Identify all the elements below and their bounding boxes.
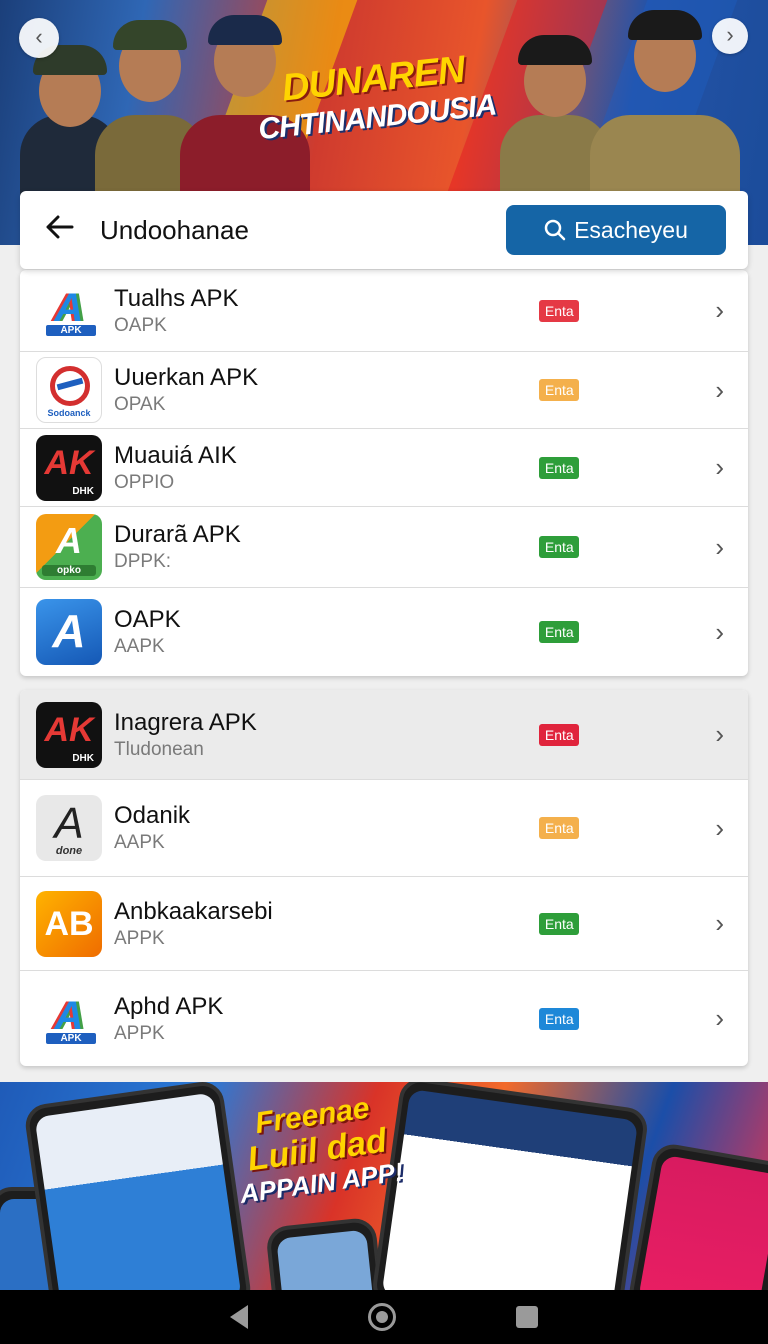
icon-glyph: AB [44,904,94,943]
app-list-group-1: A APK Tualhs APK OAPK Enta › Sodoanck Uu… [20,270,748,676]
apk-rainbow-icon: A APK [36,985,102,1052]
page-title: Undoohanae [100,214,249,245]
status-badge: Enta [539,1007,580,1030]
app-list-item[interactable]: A APK Tualhs APK OAPK Enta › [20,270,748,352]
status-badge: Enta [539,621,580,643]
icon-mini-label: APK [46,324,96,336]
app-list-item[interactable]: AB Anbkaakarsebi APPK Enta › [20,877,748,971]
green-orange-apk-icon: A opko [36,514,102,580]
app-subtitle: APPK [114,1022,165,1044]
icon-mini-label: DHK [72,752,94,764]
app-name: OAPK [114,606,181,633]
app-name: Odanik [114,802,191,829]
back-arrow-icon [46,215,74,239]
icon-mini-label: opko [42,565,96,576]
app-list-item[interactable]: A opko Durarã APK DPPK: Enta › [20,507,748,588]
app-list-item[interactable]: A APK Aphd APK APPK Enta › [20,971,748,1066]
chevron-right-icon: › [715,374,724,405]
app-list-item[interactable]: A OAPK AAPK Enta › [20,588,748,676]
app-name: Inagrera APK [114,708,257,736]
app-header: Undoohanae Esacheyeu [20,191,748,269]
status-badge: Enta [539,912,580,935]
status-badge: Enta [539,536,580,558]
status-badge: Enta [539,456,580,479]
system-nav-bar [0,1290,768,1344]
chevron-right-icon: › [715,719,724,749]
app-name: Muauiá AIK [114,441,237,469]
status-badge: Enta [539,723,580,746]
nav-back-icon[interactable] [230,1305,248,1329]
ab-orange-icon: AB [36,890,102,957]
app-subtitle: Tludonean [114,738,204,760]
apk-rainbow-icon: A APK [36,277,102,344]
status-badge: Enta [539,299,580,322]
chevron-right-icon: › [715,908,724,938]
icon-mini-label: Sodoanck [47,408,91,418]
banner-prev-button[interactable]: ‹ [19,18,59,58]
chevron-right-icon: › [715,1003,724,1033]
banner-next-button[interactable]: › [712,18,748,54]
icon-mini-label: APK [46,1032,96,1044]
app-list-group-2: AK DHK Inagrera APK Tludonean Enta › A d… [20,690,748,1066]
status-badge: Enta [539,817,580,839]
app-subtitle: APPK [114,927,165,949]
icon-mini-label: done [55,845,83,857]
app-list-item[interactable]: A done Odanik AAPK Enta › [20,780,748,877]
app-subtitle: AAPK [114,832,165,853]
app-list-item[interactable]: AK DHK Inagrera APK Tludonean Enta › [20,690,748,780]
icon-glyph: A [52,605,86,657]
sketch-a-icon: A done [36,795,102,861]
app-subtitle: AAPK [114,636,165,657]
app-list-item[interactable]: Sodoanck Uuerkan APK OPAK Enta › [20,352,748,429]
app-name: Anbkaakarsebi [114,897,273,925]
search-icon [544,219,566,241]
blue-a-icon: A [36,599,102,665]
chevron-left-icon: ‹ [35,24,43,49]
phone-mockup [626,1141,768,1290]
chevron-right-icon: › [715,812,724,843]
nav-recents-icon[interactable] [516,1306,538,1328]
app-name: Durarã APK [114,521,241,548]
nav-home-icon[interactable] [368,1303,396,1331]
app-name: Tualhs APK [114,284,239,312]
back-button[interactable] [20,213,100,247]
app-subtitle: OPPIO [114,471,175,493]
app-subtitle: DPPK: [114,551,172,572]
chevron-right-icon: › [715,616,724,647]
app-subtitle: OPAK [114,394,166,415]
circle-logo-icon: Sodoanck [36,357,102,423]
chevron-right-icon: › [726,22,734,47]
promo-banner[interactable]: Freenae Luiil dad APPAIN APP! [0,1082,768,1290]
ak-logo-icon: AK DHK [36,701,102,768]
app-name: Uuerkan APK [114,364,259,391]
status-badge: Enta [539,379,580,401]
chevron-right-icon: › [715,295,724,325]
app-name: Aphd APK [114,992,224,1020]
app-list-item[interactable]: AK DHK Muauiá AIK OPPIO Enta › [20,429,748,507]
app-subtitle: OAPK [114,314,167,336]
chevron-right-icon: › [715,452,724,482]
search-button[interactable]: Esacheyeu [506,205,726,255]
phone-mockup [265,1216,385,1290]
chevron-right-icon: › [715,531,724,562]
ak-logo-icon: AK DHK [36,434,102,501]
search-button-label: Esacheyeu [574,216,688,243]
icon-mini-label: DHK [72,485,94,497]
